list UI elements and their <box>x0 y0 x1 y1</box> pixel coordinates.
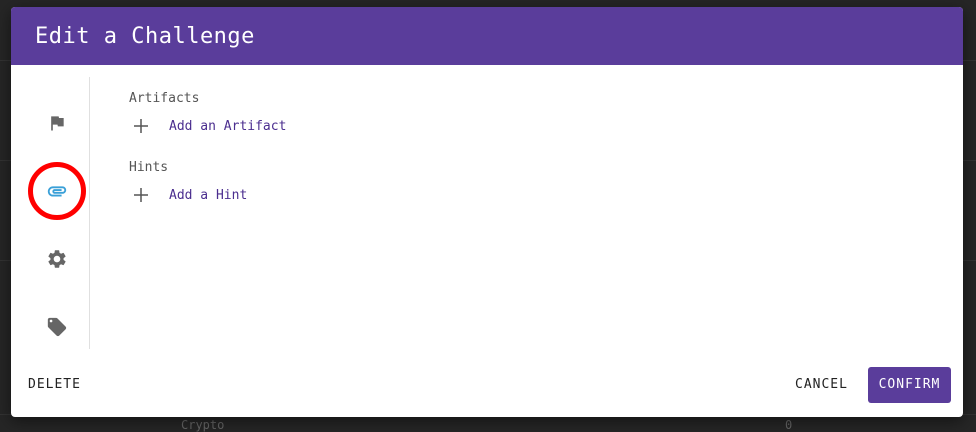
hints-heading: Hints <box>129 160 169 175</box>
confirm-button[interactable]: CONFIRM <box>868 367 951 403</box>
edit-challenge-dialog: Edit a Challenge Artifacts Add an Artifa… <box>11 7 963 417</box>
nav-item-tags[interactable] <box>33 303 81 351</box>
add-hint-label: Add a Hint <box>169 187 248 203</box>
nav-item-flag[interactable] <box>33 99 81 147</box>
delete-button[interactable]: DELETE <box>20 367 89 403</box>
add-artifact-label: Add an Artifact <box>169 118 287 134</box>
side-nav <box>11 77 90 349</box>
plus-icon <box>129 183 153 207</box>
plus-icon <box>129 114 153 138</box>
hints-section: Hints Add a Hint <box>129 160 929 207</box>
add-artifact-button[interactable]: Add an Artifact <box>129 114 929 138</box>
artifacts-heading: Artifacts <box>129 91 200 106</box>
add-hint-button[interactable]: Add a Hint <box>129 183 929 207</box>
cancel-button[interactable]: CANCEL <box>787 367 856 403</box>
flag-icon <box>47 113 67 133</box>
highlight-circle <box>28 162 86 220</box>
dialog-footer: DELETE CANCEL CONFIRM <box>11 355 963 417</box>
gear-icon <box>46 248 68 270</box>
nav-item-attachments[interactable] <box>28 162 86 220</box>
nav-item-settings[interactable] <box>33 235 81 283</box>
dialog-header: Edit a Challenge <box>11 7 963 65</box>
background-category-text: Crypto <box>181 418 225 432</box>
background-value-text: 0 <box>785 418 793 432</box>
attachments-content: Artifacts Add an Artifact Hints Add a Hi… <box>129 91 929 229</box>
dialog-title: Edit a Challenge <box>35 23 255 49</box>
tag-icon <box>46 316 68 338</box>
artifacts-section: Artifacts Add an Artifact <box>129 91 929 138</box>
dialog-body: Artifacts Add an Artifact Hints Add a Hi… <box>11 65 963 355</box>
